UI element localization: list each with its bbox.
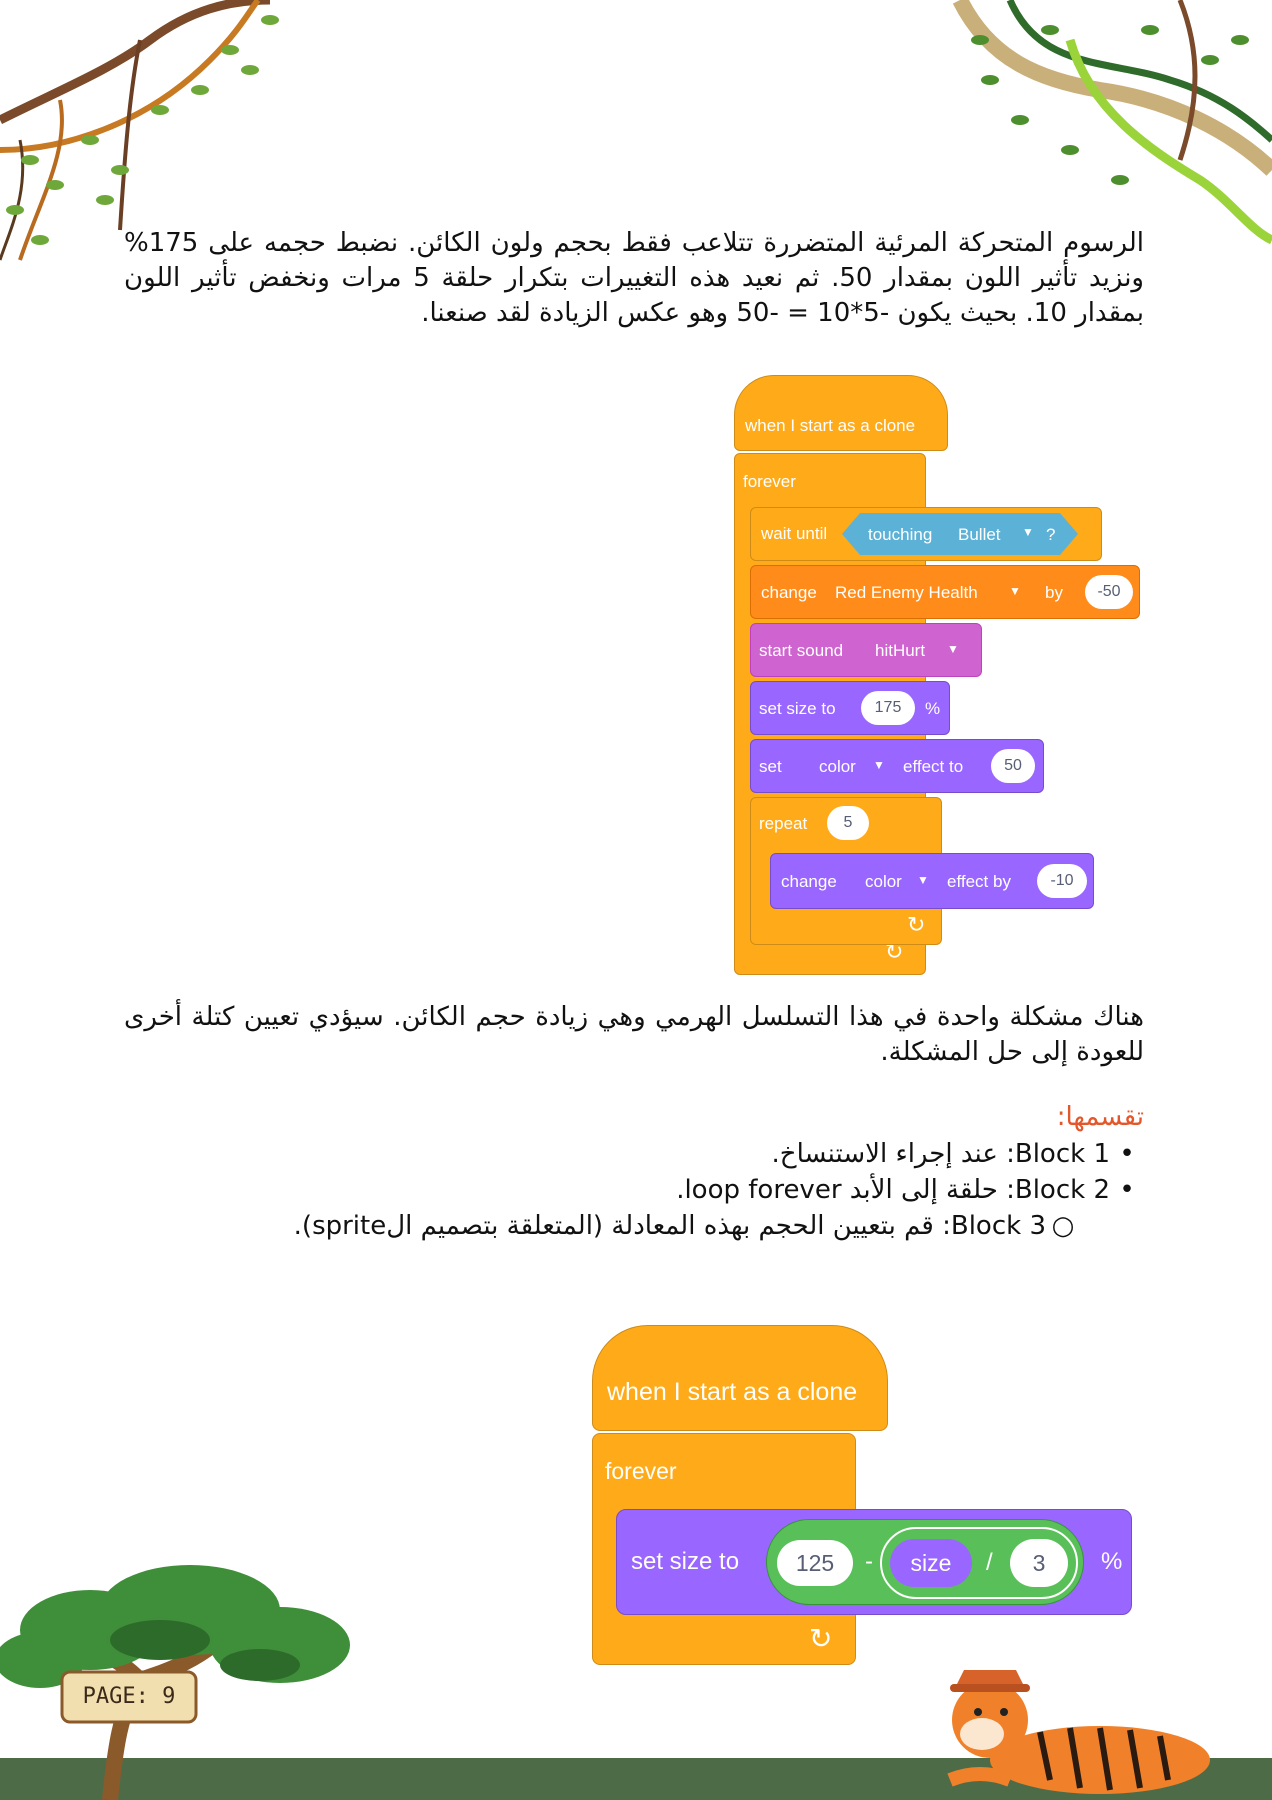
script1-start-sound-block[interactable]: start sound hitHurt ▼: [750, 623, 982, 677]
bullet-icon: •: [1119, 1139, 1135, 1169]
script1-effect-by-label: effect by: [947, 872, 1011, 891]
tiger-illustration: [947, 1670, 1210, 1794]
intro-paragraph: الرسوم المتحركة المرئية المتضررة تتلاعب …: [124, 228, 1144, 328]
script1-wait-until-label: wait until: [761, 524, 828, 543]
problem-paragraph: هناك مشكلة واحدة في هذا التسلسل الهرمي و…: [124, 1002, 1144, 1067]
script1-repeat-arrow-icon: ↻: [907, 912, 926, 937]
script2-percent-label: %: [1101, 1548, 1123, 1575]
script1-change-label: change: [761, 583, 817, 602]
script1-variable-dropdown[interactable]: Red Enemy Health: [835, 583, 978, 603]
script2-size-reporter[interactable]: size: [890, 1539, 972, 1587]
script1-touching-label: touching: [868, 525, 933, 544]
script1-percent-label: %: [925, 699, 941, 718]
list-item: • Block 1: عند إجراء الاستنساخ.: [772, 1137, 1144, 1172]
list-item-text: Block 2: حلقة إلى الأبد loop forever.: [676, 1175, 1110, 1205]
script1-set-effect-block[interactable]: set color ▼ effect to 50: [750, 739, 1044, 793]
script1-effect-to-label: effect to: [903, 757, 964, 776]
script1-hat-label: when I start as a clone: [745, 416, 916, 435]
chevron-down-icon: ▼: [917, 873, 929, 887]
script2-hat-label: when I start as a clone: [607, 1378, 858, 1406]
script2-set-size-label: set size to: [631, 1548, 740, 1575]
chevron-down-icon: ▼: [873, 758, 885, 772]
script2-hat-block[interactable]: when I start as a clone: [592, 1325, 888, 1431]
chevron-down-icon: ▼: [1009, 584, 1021, 598]
script2-minus-label: -: [865, 1548, 873, 1575]
script1-repeat-label: repeat: [759, 814, 808, 833]
script1-change-effect-label: change: [781, 872, 837, 891]
script1-effect-value-input[interactable]: 50: [991, 749, 1035, 783]
script2-divide-label: /: [986, 1549, 993, 1576]
list-item-text: Block 1: عند إجراء الاستنساخ.: [771, 1139, 1110, 1169]
script1-touching-target[interactable]: Bullet: [958, 525, 1001, 545]
list-item-text: Block 3: قم بتعيين الحجم بهذه المعادلة (…: [293, 1211, 1046, 1241]
list-item: • Block 2: حلقة إلى الأبد loop forever.: [676, 1173, 1144, 1208]
page-number-label: PAGE: 9: [82, 1684, 176, 1709]
script1-touching-block[interactable]: touching Bullet ▼ ?: [842, 513, 1078, 555]
list-item: ○Block 3: قم بتعيين الحجم بهذه المعادلة …: [294, 1209, 1080, 1244]
script1-repeat-count-input[interactable]: 5: [827, 806, 869, 840]
script2-forever-arrow-icon: ↻: [809, 1623, 833, 1654]
scratch-script-1: when I start as a clone forever ↻ wait u…: [730, 375, 1140, 985]
script1-change-variable-block[interactable]: change Red Enemy Health ▼ by -50: [750, 565, 1140, 619]
script1-effect2-dropdown[interactable]: color: [865, 872, 902, 892]
script2-divide-operator[interactable]: size / 3: [880, 1527, 1078, 1599]
script1-start-sound-label: start sound: [759, 641, 844, 660]
chevron-down-icon: ▼: [947, 642, 959, 656]
script1-change-effect-block[interactable]: change color ▼ effect by -10: [770, 853, 1094, 909]
script1-effect-change-input[interactable]: -10: [1037, 864, 1087, 898]
scratch-script-2: when I start as a clone forever ↻ set si…: [590, 1325, 1140, 1670]
script2-a-input[interactable]: 125: [777, 1540, 853, 1586]
script2-forever-label: forever: [605, 1458, 677, 1484]
script1-hat-block[interactable]: when I start as a clone: [734, 375, 948, 451]
bullet-icon: •: [1119, 1175, 1135, 1205]
script1-change-value-input[interactable]: -50: [1085, 575, 1133, 609]
division-heading: تقسمها:: [1056, 1102, 1144, 1132]
script1-sound-dropdown[interactable]: hitHurt: [875, 641, 925, 661]
circle-bullet-icon: ○: [1051, 1211, 1075, 1241]
chevron-down-icon: ▼: [1022, 525, 1034, 539]
script1-by-label: by: [1045, 583, 1063, 602]
script1-set-label: set: [759, 757, 782, 776]
script1-effect1-dropdown[interactable]: color: [819, 757, 856, 777]
script1-set-size-label: set size to: [759, 699, 836, 718]
script1-forever-label: forever: [743, 472, 796, 491]
script1-question-mark: ?: [1046, 525, 1056, 544]
script1-size-input[interactable]: 175: [861, 691, 915, 725]
script1-set-size-block[interactable]: set size to 175 %: [750, 681, 950, 735]
vine-top-right-decoration: [952, 0, 1272, 245]
script2-b-input[interactable]: 3: [1010, 1539, 1068, 1587]
